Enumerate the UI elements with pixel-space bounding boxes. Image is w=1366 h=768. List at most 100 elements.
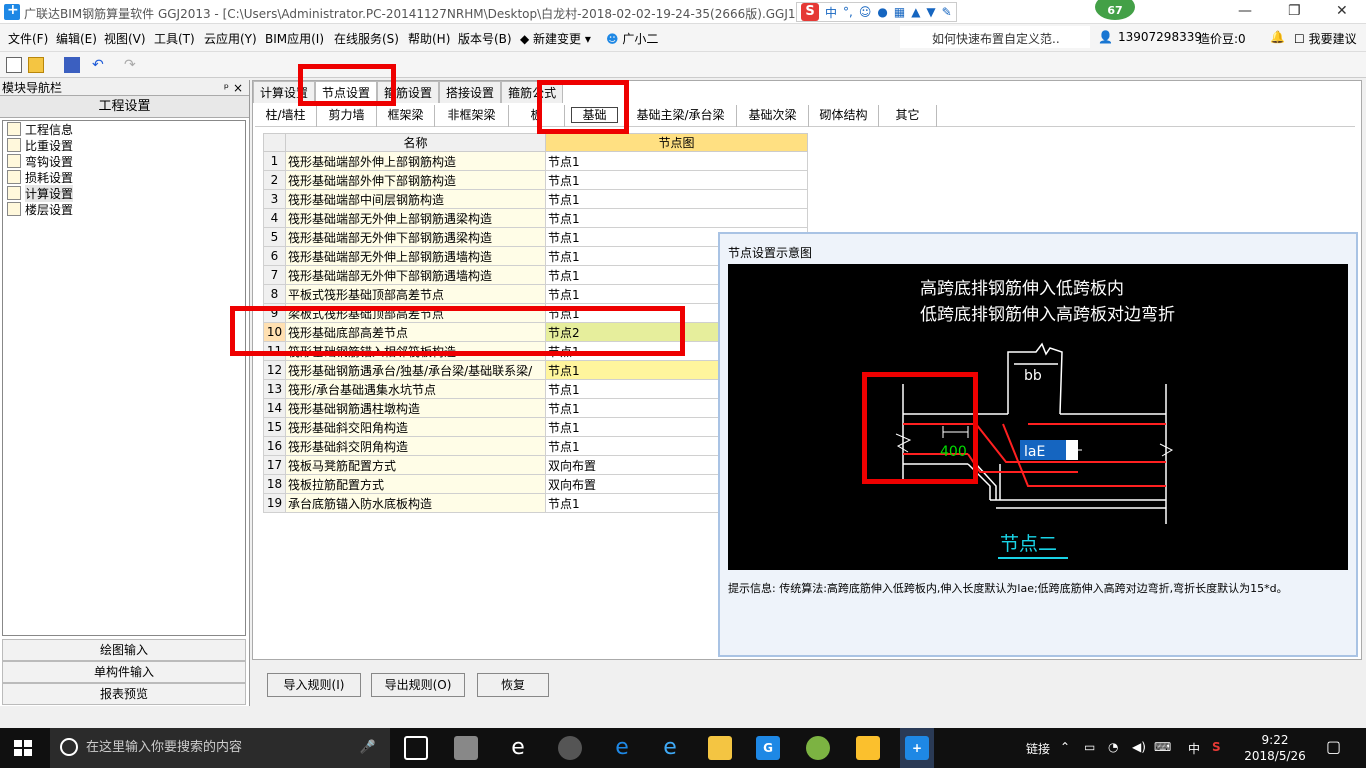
row-node-value[interactable]: 节点1 <box>545 189 808 209</box>
taskbar-search[interactable]: 在这里输入你要搜索的内容 🎤 <box>50 728 390 768</box>
row-number: 3 <box>263 189 286 209</box>
notes-icon[interactable] <box>856 736 880 760</box>
help-search-strip[interactable]: 如何快速布置自定义范.. <box>900 26 1090 48</box>
new-file-icon[interactable] <box>6 57 22 73</box>
import-rules-button[interactable]: 导入规则(I) <box>267 673 361 697</box>
tree-item-project-info[interactable]: 工程信息 <box>3 121 245 137</box>
green-app-icon[interactable] <box>806 736 830 760</box>
wifi-icon[interactable]: ◔ <box>1108 740 1118 754</box>
tray-ime[interactable]: 中 <box>1188 740 1200 757</box>
tree-item-calc[interactable]: 计算设置 <box>3 184 245 202</box>
menu-cloud[interactable]: 云应用(Y) <box>204 30 257 47</box>
sogou-tray-icon[interactable]: S <box>1212 740 1221 754</box>
floor-icon <box>7 202 21 216</box>
close-icon[interactable]: ✕ <box>1336 3 1348 19</box>
annotation-box-foundation-tab <box>537 80 629 134</box>
restore-icon[interactable]: ❐ <box>1288 3 1301 19</box>
subtab-nonframe-beam[interactable]: 非框架梁 <box>435 105 509 127</box>
subtab-masonry[interactable]: 砌体结构 <box>809 105 879 127</box>
save-icon[interactable] <box>64 57 80 73</box>
sogou-icon[interactable]: S <box>801 3 819 21</box>
report-preview-button[interactable]: 报表预览 <box>2 683 246 705</box>
skin-icon[interactable]: ▲ <box>911 5 920 19</box>
pin-icon[interactable]: ᵖ <box>224 80 229 96</box>
wrench-icon[interactable]: ✎ <box>942 5 952 19</box>
menu-online[interactable]: 在线服务(S) <box>334 30 399 47</box>
bell-icon[interactable]: 🔔 <box>1270 30 1285 44</box>
row-number: 19 <box>263 493 286 513</box>
nav-close-icon[interactable]: × <box>233 80 243 96</box>
undo-icon[interactable]: ↶ <box>92 57 108 73</box>
table-row[interactable]: 2 筏形基础端部外伸下部钢筋构造 节点1 <box>263 170 808 190</box>
tree-item-hook[interactable]: 弯钩设置 <box>3 153 245 169</box>
ie-blue-icon[interactable]: e <box>658 736 682 760</box>
open-folder-icon[interactable] <box>28 57 44 73</box>
file-explorer-icon[interactable] <box>708 736 732 760</box>
punct-icon[interactable]: °, <box>843 5 853 19</box>
single-component-button[interactable]: 单构件输入 <box>2 661 246 683</box>
menu-view[interactable]: 视图(V) <box>104 30 146 47</box>
draw-input-button[interactable]: 绘图输入 <box>2 639 246 661</box>
section-project-settings[interactable]: 工程设置 <box>0 96 249 118</box>
mic-taskbar-icon[interactable]: 🎤 <box>360 728 376 768</box>
emoji-icon[interactable]: ☺ <box>859 5 872 19</box>
edge-icon[interactable]: e <box>610 736 634 760</box>
windows-start-icon[interactable] <box>14 740 32 756</box>
battery-icon[interactable]: ▭ <box>1084 740 1095 754</box>
restore-button[interactable]: 恢复 <box>477 673 549 697</box>
menu-tools[interactable]: 工具(T) <box>154 30 195 47</box>
menu-assistant[interactable]: ☻ 广小二 <box>606 30 658 47</box>
price-bean[interactable]: 造价豆:0 <box>1198 30 1246 47</box>
user-icon[interactable]: 👤 <box>1098 30 1113 44</box>
menu-version[interactable]: 版本号(B) <box>458 30 512 47</box>
menu-bim[interactable]: BIM应用(I) <box>265 30 324 47</box>
menu-help[interactable]: 帮助(H) <box>408 30 450 47</box>
row-node-value[interactable]: 节点1 <box>545 208 808 228</box>
row-node-value[interactable]: 节点1 <box>545 151 808 171</box>
settings-tree: 工程信息 比重设置 弯钩设置 损耗设置 计算设置 楼层设置 <box>2 120 246 636</box>
volume-icon[interactable]: ◀) <box>1132 740 1146 754</box>
app-bird-icon[interactable] <box>558 736 582 760</box>
subtab-foundation-secondary-beam[interactable]: 基础次梁 <box>737 105 809 127</box>
g-app-icon[interactable]: G <box>756 736 780 760</box>
ie-icon[interactable]: e <box>506 736 530 760</box>
subtab-column[interactable]: 柱/墙柱 <box>255 105 317 127</box>
row-number: 2 <box>263 170 286 190</box>
tree-item-floor[interactable]: 楼层设置 <box>3 201 245 217</box>
menu-new-change[interactable]: ◆ 新建变更 ▾ <box>520 30 591 47</box>
mic-icon[interactable]: ● <box>877 5 887 19</box>
ggj-icon[interactable]: + <box>905 736 929 760</box>
table-row[interactable]: 4 筏形基础端部无外伸上部钢筋遇梁构造 节点1 <box>263 208 808 228</box>
subtab-other[interactable]: 其它 <box>879 105 937 127</box>
ime-toolbar[interactable]: S 中 °, ☺ ● ▦ ▲ ▼ ✎ <box>796 2 957 22</box>
action-center-icon[interactable]: ▢ <box>1326 737 1341 756</box>
table-row[interactable]: 1 筏形基础端部外伸上部钢筋构造 节点1 <box>263 151 808 171</box>
phone-number[interactable]: 13907298339 <box>1118 30 1202 44</box>
table-row[interactable]: 3 筏形基础端部中间层钢筋构造 节点1 <box>263 189 808 209</box>
score-badge[interactable]: 67 <box>1093 0 1137 22</box>
app-fan-icon[interactable] <box>454 736 478 760</box>
subtab-shear-wall[interactable]: 剪力墙 <box>317 105 377 127</box>
redo-icon[interactable]: ↷ <box>124 57 140 73</box>
dim-lae[interactable]: laE <box>1024 444 1045 460</box>
tab-lap-settings[interactable]: 搭接设置 <box>439 81 502 103</box>
subtab-frame-beam[interactable]: 框架梁 <box>377 105 435 127</box>
suggest-link[interactable]: ☐ 我要建议 <box>1294 30 1357 47</box>
clock[interactable]: 9:22 2018/5/26 <box>1240 732 1310 764</box>
keyboard-icon[interactable]: ▦ <box>894 5 905 19</box>
assistant-label: 广小二 <box>622 32 659 46</box>
keyboard-tray-icon[interactable]: ⌨ <box>1154 740 1171 754</box>
ime-mode[interactable]: 中 <box>825 4 837 21</box>
tree-item-density[interactable]: 比重设置 <box>3 137 245 153</box>
row-node-value[interactable]: 节点1 <box>545 170 808 190</box>
tree-item-loss[interactable]: 损耗设置 <box>3 169 245 185</box>
task-view-icon[interactable] <box>404 736 428 760</box>
export-rules-button[interactable]: 导出规则(O) <box>371 673 465 697</box>
minimize-icon[interactable]: — <box>1238 3 1252 19</box>
subtab-foundation-main-beam[interactable]: 基础主梁/承台梁 <box>625 105 737 127</box>
menu-edit[interactable]: 编辑(E) <box>56 30 97 47</box>
menu-file[interactable]: 文件(F) <box>8 30 48 47</box>
shirt-icon[interactable]: ▼ <box>926 5 935 19</box>
tray-chevron-icon[interactable]: ⌃ <box>1060 740 1070 754</box>
tray-link[interactable]: 链接 <box>1026 740 1050 757</box>
